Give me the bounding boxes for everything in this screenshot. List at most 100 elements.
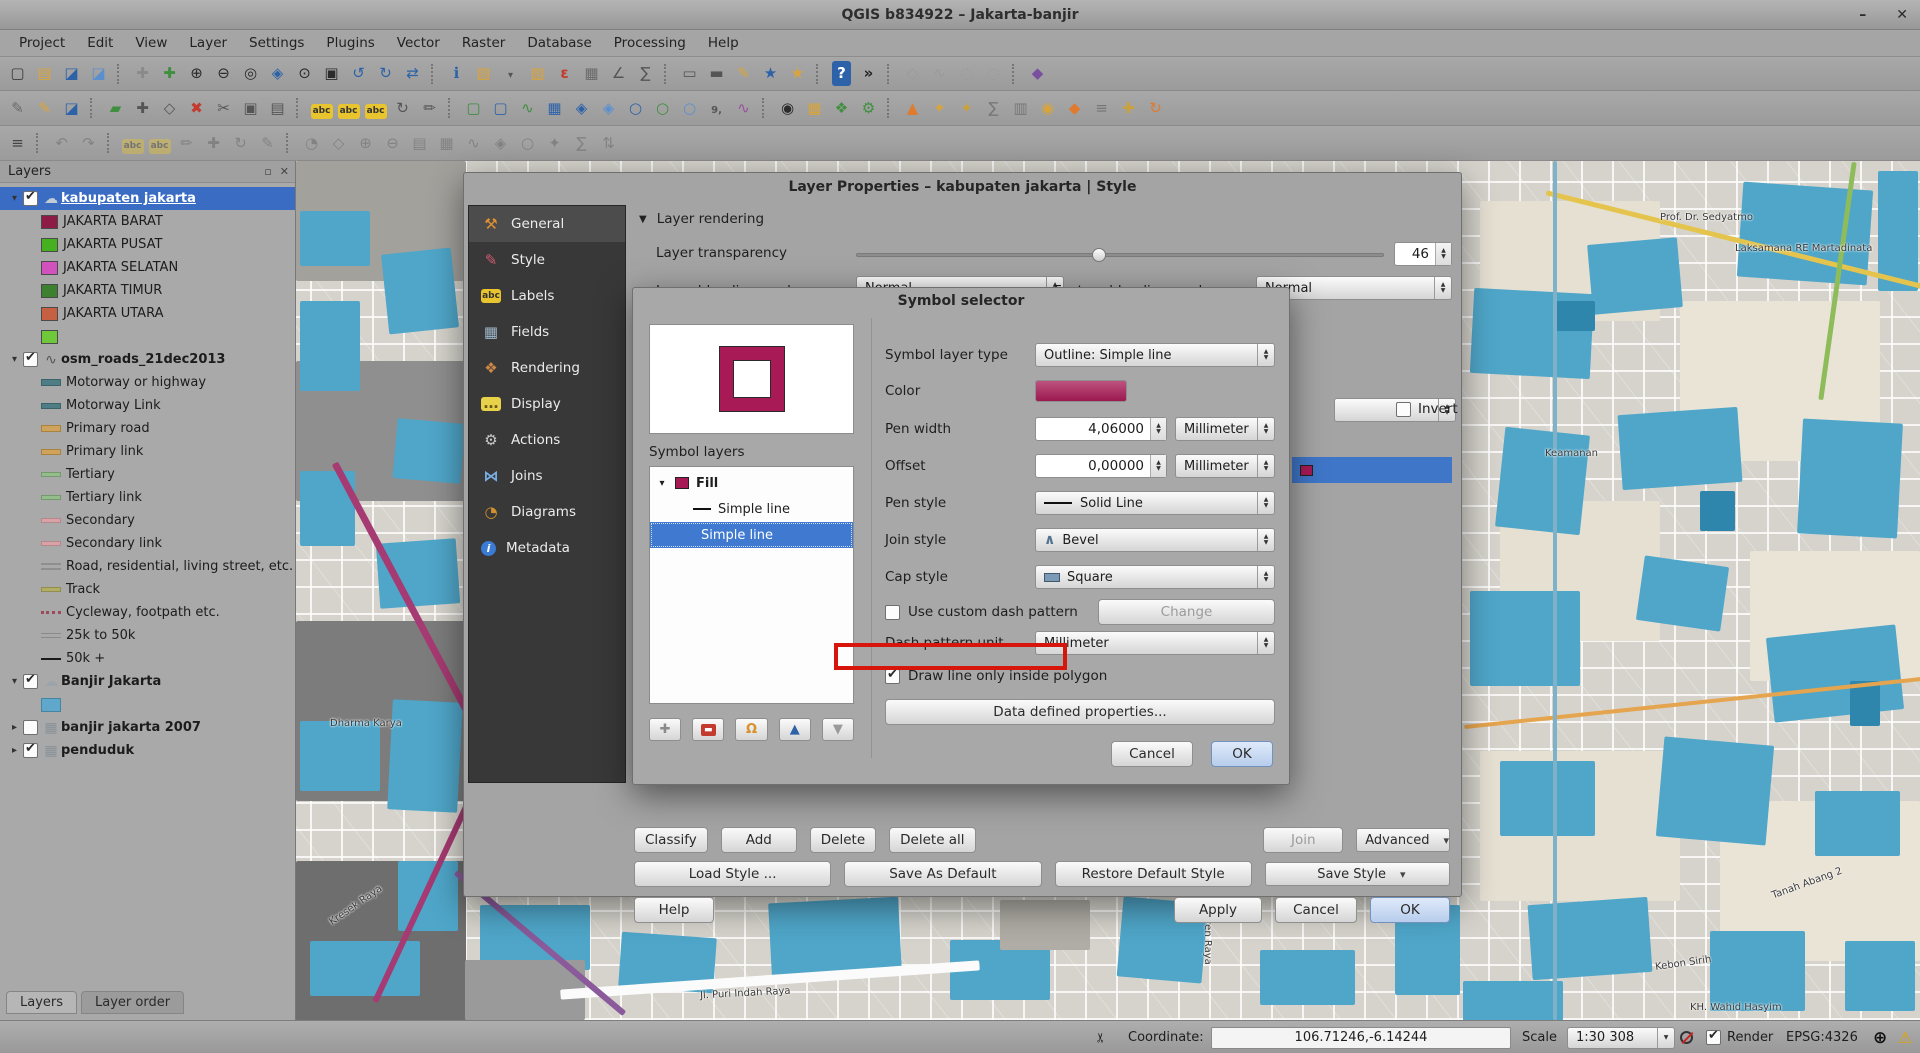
custom-dash-checkbox[interactable]: [885, 605, 900, 620]
draw-inside-checkbox[interactable]: [885, 669, 900, 684]
style-button[interactable]: Save As Default: [844, 861, 1041, 887]
statistics-icon[interactable]: ∑: [981, 96, 1006, 121]
toolbar-separator[interactable]: [296, 98, 303, 118]
pen-style-select[interactable]: Solid Line ▲▼: [1035, 491, 1275, 515]
menu-item[interactable]: Layer: [178, 30, 238, 57]
sidebar-item[interactable]: abc Labels: [469, 278, 625, 314]
zoom-in-icon[interactable]: ⊕: [184, 61, 209, 86]
bookmark-icon[interactable]: ★: [758, 61, 783, 86]
layer-tree-item[interactable]: Tertiary: [0, 463, 295, 486]
new-bookmark-icon[interactable]: ★: [785, 61, 810, 86]
messages-warning-icon[interactable]: ⚠: [1898, 1021, 1912, 1053]
label-properties-icon[interactable]: ✏: [417, 96, 442, 121]
expander-icon[interactable]: ▾: [656, 478, 668, 489]
line-icon[interactable]: ∿: [461, 131, 486, 156]
style-button[interactable]: Save Style: [1265, 862, 1450, 886]
osm-icon[interactable]: ◆: [1062, 96, 1087, 121]
simplify-feature-icon[interactable]: ∿: [927, 61, 952, 86]
coins-icon[interactable]: ◉: [1035, 96, 1060, 121]
dialog-footer-button[interactable]: Apply: [1174, 897, 1262, 923]
cancel-button[interactable]: Cancel: [1111, 741, 1193, 767]
close-icon[interactable]: ✕: [1896, 0, 1908, 30]
spinner-arrows-icon[interactable]: ▲▼: [1150, 455, 1166, 477]
help-contents-icon[interactable]: ?: [829, 61, 854, 86]
select-features-icon[interactable]: ▧: [471, 61, 496, 86]
toolbar-separator[interactable]: [664, 64, 671, 84]
menu-item[interactable]: Processing: [603, 30, 697, 57]
layer-tree-item[interactable]: 25k to 50k: [0, 624, 295, 647]
layer-tree-item[interactable]: ▸ ▦ banjir jakarta 2007: [0, 716, 295, 739]
layer-tree-item[interactable]: Road, residential, living street, etc.: [0, 555, 295, 578]
cut-features-icon[interactable]: ✂: [211, 96, 236, 121]
grid-icon[interactable]: ▤: [407, 131, 432, 156]
symbol-layer-item[interactable]: ▾ Fill: [650, 470, 853, 496]
zoom-out-icon[interactable]: ⊖: [380, 131, 405, 156]
minimize-icon[interactable]: –: [1859, 0, 1866, 30]
toolbar-separator[interactable]: [762, 98, 769, 118]
highlight-pin-icon[interactable]: ◇: [326, 131, 351, 156]
zoom-native-icon[interactable]: ◎: [238, 61, 263, 86]
layer-list-icon[interactable]: ≡: [1089, 96, 1114, 121]
expander-icon[interactable]: ▾: [7, 354, 22, 365]
anchor-icon[interactable]: ✚: [1116, 96, 1141, 121]
label-abc-icon[interactable]: abc: [309, 96, 334, 121]
delete-selected-icon[interactable]: ✖: [184, 96, 209, 121]
flame-icon[interactable]: ▲: [900, 96, 925, 121]
layer-tree-item[interactable]: 50k +: [0, 647, 295, 670]
move-up-symbol-layer-icon[interactable]: ▲: [779, 718, 811, 741]
coordinate-field[interactable]: 106.71246,-6.14244: [1211, 1027, 1511, 1049]
new-spatialite-icon[interactable]: ▢: [488, 96, 513, 121]
add-vector-icon[interactable]: ∿: [515, 96, 540, 121]
collapse-arrow-icon[interactable]: ▼: [639, 214, 647, 225]
paste-features-icon[interactable]: ▤: [265, 96, 290, 121]
whats-this-icon[interactable]: »: [856, 61, 881, 86]
pen-width-unit-select[interactable]: Millimeter ▲▼: [1175, 417, 1275, 441]
sum-icon[interactable]: ∑: [569, 131, 594, 156]
zoom-full-icon[interactable]: ◈: [265, 61, 290, 86]
layer-tree-item[interactable]: Motorway or highway: [0, 371, 295, 394]
composer-icon[interactable]: ▭: [677, 61, 702, 86]
save-as-icon[interactable]: ◪: [86, 61, 111, 86]
toolbar-separator[interactable]: [448, 98, 455, 118]
offset-unit-select[interactable]: Millimeter ▲▼: [1175, 454, 1275, 478]
sidebar-item[interactable]: ⋈ Joins: [469, 458, 625, 494]
undo-icon[interactable]: ↶: [49, 131, 74, 156]
menu-item[interactable]: Edit: [76, 30, 124, 57]
menu-item[interactable]: Help: [697, 30, 750, 57]
layer-tree-item[interactable]: JAKARTA TIMUR: [0, 279, 295, 302]
layer-tree-item[interactable]: Secondary link: [0, 532, 295, 555]
symbol-layer-type-select[interactable]: Outline: Simple line ▲▼: [1035, 343, 1275, 367]
sidebar-item[interactable]: ⚒ General: [469, 206, 625, 242]
change-label-icon[interactable]: ✎: [255, 131, 280, 156]
layer-visibility-checkbox[interactable]: [23, 352, 38, 367]
label-abc-icon[interactable]: abc: [120, 131, 145, 156]
layer-tree-item[interactable]: Track: [0, 578, 295, 601]
close-panel-icon[interactable]: ✕: [280, 161, 289, 182]
move-down-symbol-layer-icon[interactable]: ▼: [822, 718, 854, 741]
style-button[interactable]: Restore Default Style: [1055, 861, 1252, 887]
toolbar-separator[interactable]: [117, 64, 124, 84]
menu-item[interactable]: Plugins: [315, 30, 385, 57]
expander-icon[interactable]: ▸: [7, 745, 22, 756]
export-icon[interactable]: ↻: [1143, 96, 1168, 121]
dialog-footer-button[interactable]: Help: [634, 897, 714, 923]
layer-tree-item[interactable]: ▾ ∿ osm_roads_21dec2013: [0, 348, 295, 371]
processing-gear-icon[interactable]: ⚙: [856, 96, 881, 121]
add-feature-icon[interactable]: ▰: [103, 96, 128, 121]
zoom-to-layer-icon[interactable]: ▣: [319, 61, 344, 86]
map-tips-icon[interactable]: ◉: [775, 96, 800, 121]
identify-icon[interactable]: ℹ: [444, 61, 469, 86]
add-postgis-icon[interactable]: ◈: [569, 96, 594, 121]
new-shapefile-icon[interactable]: ▢: [461, 96, 486, 121]
label-abc-icon[interactable]: abc: [147, 131, 172, 156]
sidebar-item[interactable]: … Display: [469, 386, 625, 422]
move-feature-icon[interactable]: ✚: [130, 96, 155, 121]
georeferencer-icon[interactable]: ❖: [829, 96, 854, 121]
plugin-icon[interactable]: ◆: [1025, 61, 1050, 86]
sidebar-item[interactable]: i Metadata: [469, 530, 625, 566]
menu-item[interactable]: View: [124, 30, 178, 57]
zoom-to-selection-icon[interactable]: ⊙: [292, 61, 317, 86]
grid-icon[interactable]: ▦: [802, 96, 827, 121]
label-rotate-icon[interactable]: ↻: [390, 96, 415, 121]
spinner-arrows-icon[interactable]: ▲▼: [1435, 243, 1451, 265]
